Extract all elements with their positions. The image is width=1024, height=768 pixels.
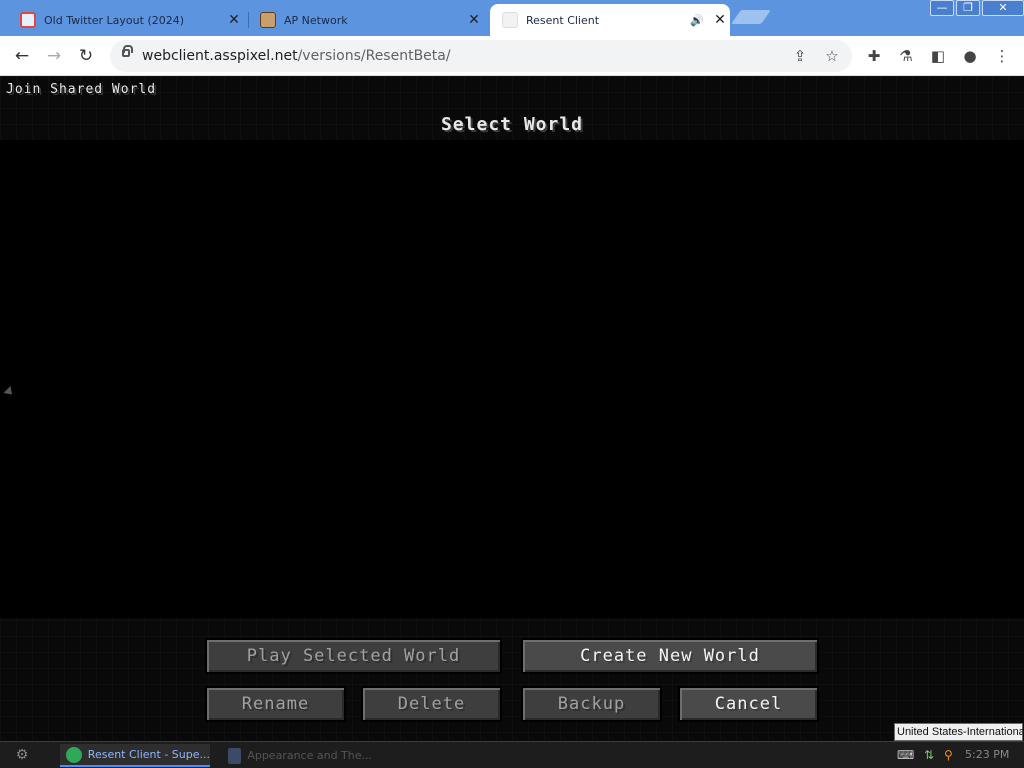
browser-toolbar: ← → ↻ webclient.asspixel.net/versions/Re… (0, 36, 1024, 76)
join-shared-world-link[interactable]: Join Shared World (6, 82, 156, 97)
bookmark-star-icon[interactable]: ☆ (822, 46, 842, 66)
speaker-icon[interactable]: 🔊 (690, 14, 704, 27)
side-panel-icon[interactable]: ◧ (926, 44, 950, 68)
keyboard-icon[interactable]: ⌨ (897, 748, 914, 762)
ap-network-favicon-icon (260, 12, 276, 28)
tab-ap-network[interactable]: AP Network ✕ (252, 4, 484, 36)
restore-icon[interactable]: ❐ (956, 0, 980, 16)
tab-title: Old Twitter Layout (2024) (44, 13, 185, 27)
taskbar-item-resent-client[interactable]: Resent Client - Supe... (60, 744, 210, 767)
taskbar: ⚙ Resent Client - Supe... Appearance and… (0, 741, 1024, 768)
backup-button[interactable]: Backup (521, 686, 662, 722)
tab-old-twitter-layout[interactable]: Old Twitter Layout (2024) ✕ (0, 4, 244, 36)
url-text[interactable]: webclient.asspixel.net/versions/ResentBe… (142, 48, 451, 64)
close-tab-icon[interactable]: ✕ (710, 12, 730, 28)
share-icon[interactable]: ⇪ (790, 46, 810, 66)
tab-resent-client[interactable]: Resent Client 🔊 ✕ (490, 4, 730, 36)
address-bar[interactable]: webclient.asspixel.net/versions/ResentBe… (110, 40, 852, 72)
url-host: webclient.asspixel.net (142, 48, 298, 64)
close-tab-icon[interactable]: ✕ (464, 12, 484, 28)
delete-button[interactable]: Delete (361, 686, 502, 722)
tab-title: Resent Client (526, 13, 600, 27)
create-new-world-button[interactable]: Create New World (521, 638, 819, 674)
task-label: Resent Client - Supe... (87, 748, 210, 761)
forward-icon[interactable]: → (42, 44, 66, 68)
search-icon[interactable]: ⚲ (944, 748, 953, 762)
game-viewport[interactable]: Join Shared World Select World Play Sele… (0, 76, 1024, 741)
keyboard-language-tooltip: United States-International (894, 723, 1024, 741)
close-tab-icon[interactable]: ✕ (224, 12, 244, 28)
task-label: Appearance and The... (247, 749, 372, 762)
chrome-app-icon (66, 746, 82, 763)
page-title: Select World (440, 114, 584, 135)
clock[interactable]: 5:23 PM (965, 748, 1009, 761)
tab-title: AP Network (284, 13, 348, 27)
taskbar-item-appearance[interactable]: Appearance and The... (222, 744, 372, 767)
cancel-button[interactable]: Cancel (678, 686, 819, 722)
labs-flask-icon[interactable]: ⚗ (894, 44, 918, 68)
tab-separator (248, 12, 249, 28)
back-icon[interactable]: ← (10, 44, 34, 68)
minimize-icon[interactable]: — (930, 0, 954, 16)
lock-icon[interactable] (122, 45, 133, 57)
start-button-icon[interactable]: ⚙ (4, 745, 40, 766)
close-window-icon[interactable]: ✕ (982, 0, 1024, 16)
play-selected-world-button[interactable]: Play Selected World (205, 638, 502, 674)
resent-favicon-icon (502, 12, 518, 28)
browser-tab-strip: Old Twitter Layout (2024) ✕ AP Network ✕… (0, 0, 1024, 36)
window-controls: — ❐ ✕ (928, 0, 1024, 18)
new-tab-button[interactable] (731, 10, 771, 24)
menu-kebab-icon[interactable]: ⋮ (990, 44, 1014, 68)
rename-button[interactable]: Rename (205, 686, 346, 722)
url-path: /versions/ResentBeta/ (297, 48, 451, 64)
old-twitter-favicon-icon (20, 12, 36, 28)
world-list[interactable] (0, 140, 1024, 618)
control-panel-icon (228, 747, 242, 764)
network-icon[interactable]: ⇅ (924, 748, 934, 762)
profile-avatar-icon[interactable]: ● (958, 44, 982, 68)
extensions-puzzle-icon[interactable]: ✚ (862, 44, 886, 68)
reload-icon[interactable]: ↻ (74, 44, 98, 68)
